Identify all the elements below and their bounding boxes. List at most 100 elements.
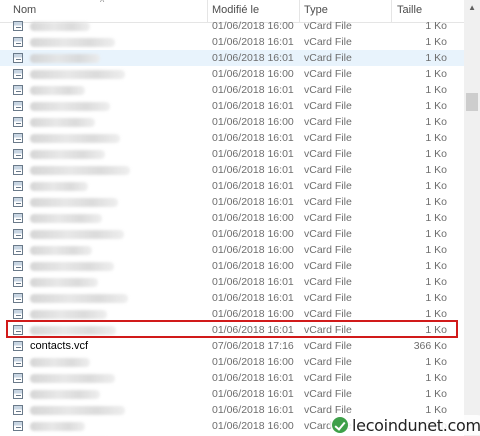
file-row[interactable]: 01/06/2018 16:00 vCard File 1 Ko (0, 114, 464, 130)
file-modified-date: 01/06/2018 16:01 (212, 132, 294, 144)
vcard-file-icon (13, 309, 23, 319)
sort-up-arrow-icon: ^ (100, 0, 105, 7)
file-row[interactable]: 01/06/2018 16:01 vCard File 1 Ko (0, 34, 464, 50)
file-row[interactable]: 01/06/2018 16:01 vCard File 1 Ko (0, 130, 464, 146)
file-modified-date: 01/06/2018 16:01 (212, 292, 294, 304)
file-row[interactable]: 01/06/2018 16:00 vCard File 1 Ko (0, 242, 464, 258)
vcard-file-icon (13, 133, 23, 143)
vcard-file-icon (13, 21, 23, 31)
file-row[interactable]: 01/06/2018 16:01 vCard File 1 Ko (0, 178, 464, 194)
blurred-file-name (30, 166, 130, 175)
vcard-file-icon (13, 149, 23, 159)
file-row[interactable]: 01/06/2018 16:01 vCard File 1 Ko (0, 50, 464, 66)
vcard-file-icon (13, 101, 23, 111)
file-row[interactable]: 01/06/2018 16:01 vCard File 1 Ko (0, 386, 464, 402)
file-row[interactable]: 01/06/2018 16:01 vCard File 1 Ko (0, 98, 464, 114)
file-name: contacts.vcf (30, 340, 89, 352)
blurred-file-name (30, 294, 128, 303)
blurred-file-name (30, 262, 114, 271)
highlight-box (6, 320, 458, 338)
file-size: 1 Ko (425, 372, 447, 384)
file-modified-date: 01/06/2018 16:00 (212, 420, 294, 432)
vcard-file-icon (13, 357, 23, 367)
blurred-file-name (30, 118, 95, 127)
file-size: 1 Ko (425, 212, 447, 224)
vcard-file-icon (13, 197, 23, 207)
blurred-file-name (30, 134, 120, 143)
file-modified-date: 01/06/2018 16:00 (212, 356, 294, 368)
vcard-file-icon (13, 421, 23, 431)
file-type: vCard File (304, 68, 352, 80)
file-size: 1 Ko (425, 308, 447, 320)
watermark-text: lecoindunet.com (352, 415, 480, 435)
file-type: vCard File (304, 180, 352, 192)
file-type: vCard File (304, 356, 352, 368)
file-type: vCard File (304, 212, 352, 224)
vcard-file-icon (13, 277, 23, 287)
file-size: 1 Ko (425, 180, 447, 192)
file-type: vCard File (304, 308, 352, 320)
file-modified-date: 01/06/2018 16:01 (212, 196, 294, 208)
file-row[interactable]: 01/06/2018 16:00 vCard File 1 Ko (0, 210, 464, 226)
watermark: lecoindunet.com (330, 415, 480, 435)
file-type: vCard File (304, 292, 352, 304)
vcard-file-icon (13, 85, 23, 95)
file-row[interactable]: 01/06/2018 16:00 vCard File 1 Ko (0, 226, 464, 242)
file-size: 1 Ko (425, 276, 447, 288)
file-modified-date: 01/06/2018 16:01 (212, 180, 294, 192)
file-type: vCard File (304, 84, 352, 96)
file-size: 1 Ko (425, 20, 447, 32)
file-size: 1 Ko (425, 388, 447, 400)
file-row[interactable]: contacts.vcf 07/06/2018 17:16 vCard File 36… (0, 338, 464, 354)
vcard-file-icon (13, 69, 23, 79)
file-row[interactable]: 01/06/2018 16:01 vCard File 1 Ko (0, 82, 464, 98)
file-modified-date: 01/06/2018 16:00 (212, 68, 294, 80)
file-size: 1 Ko (425, 228, 447, 240)
file-modified-date: 01/06/2018 16:00 (212, 212, 294, 224)
file-row[interactable]: 01/06/2018 16:01 vCard File 1 Ko (0, 194, 464, 210)
vcard-file-icon (13, 261, 23, 271)
file-size: 1 Ko (425, 244, 447, 256)
file-modified-date: 01/06/2018 16:00 (212, 116, 294, 128)
scroll-up-arrow-icon[interactable]: ▲ (468, 3, 476, 12)
file-type: vCard File (304, 388, 352, 400)
blurred-file-name (30, 358, 90, 367)
file-size: 1 Ko (425, 292, 447, 304)
blurred-file-name (30, 422, 85, 431)
blurred-file-name (30, 54, 100, 63)
vcard-file-icon (13, 245, 23, 255)
file-row[interactable]: 01/06/2018 16:00 vCard File 1 Ko (0, 354, 464, 370)
file-row[interactable]: 01/06/2018 16:00 vCard File 1 Ko (0, 18, 464, 34)
blurred-file-name (30, 150, 105, 159)
vcard-file-icon (13, 213, 23, 223)
file-size: 1 Ko (425, 196, 447, 208)
file-list[interactable]: 01/06/2018 16:00 vCard File 1 Ko 01/06/2018… (0, 18, 464, 436)
file-row[interactable]: 01/06/2018 16:01 vCard File 1 Ko (0, 146, 464, 162)
file-type: vCard File (304, 164, 352, 176)
scrollbar-thumb[interactable] (466, 93, 478, 111)
file-type: vCard File (304, 20, 352, 32)
file-modified-date: 01/06/2018 16:01 (212, 100, 294, 112)
blurred-file-name (30, 198, 118, 207)
file-size: 1 Ko (425, 100, 447, 112)
vertical-scrollbar[interactable]: ▲ (464, 0, 480, 436)
file-modified-date: 01/06/2018 16:01 (212, 388, 294, 400)
blurred-file-name (30, 374, 115, 383)
file-row[interactable]: 01/06/2018 16:01 vCard File 1 Ko (0, 162, 464, 178)
blurred-file-name (30, 86, 85, 95)
vcard-file-icon (13, 117, 23, 127)
file-modified-date: 01/06/2018 16:01 (212, 164, 294, 176)
file-row[interactable]: 01/06/2018 16:01 vCard File 1 Ko (0, 290, 464, 306)
file-size: 366 Ko (413, 340, 447, 352)
file-size: 1 Ko (425, 132, 447, 144)
file-modified-date: 01/06/2018 16:00 (212, 228, 294, 240)
file-row[interactable]: 01/06/2018 16:00 vCard File 1 Ko (0, 258, 464, 274)
file-modified-date: 01/06/2018 16:00 (212, 260, 294, 272)
file-row[interactable]: 01/06/2018 16:01 vCard File 1 Ko (0, 370, 464, 386)
file-row[interactable]: 01/06/2018 16:01 vCard File 1 Ko (0, 274, 464, 290)
file-row[interactable]: 01/06/2018 16:00 vCard File 1 Ko (0, 66, 464, 82)
file-type: vCard File (304, 148, 352, 160)
file-size: 1 Ko (425, 164, 447, 176)
blurred-file-name (30, 406, 125, 415)
vcard-file-icon (13, 293, 23, 303)
